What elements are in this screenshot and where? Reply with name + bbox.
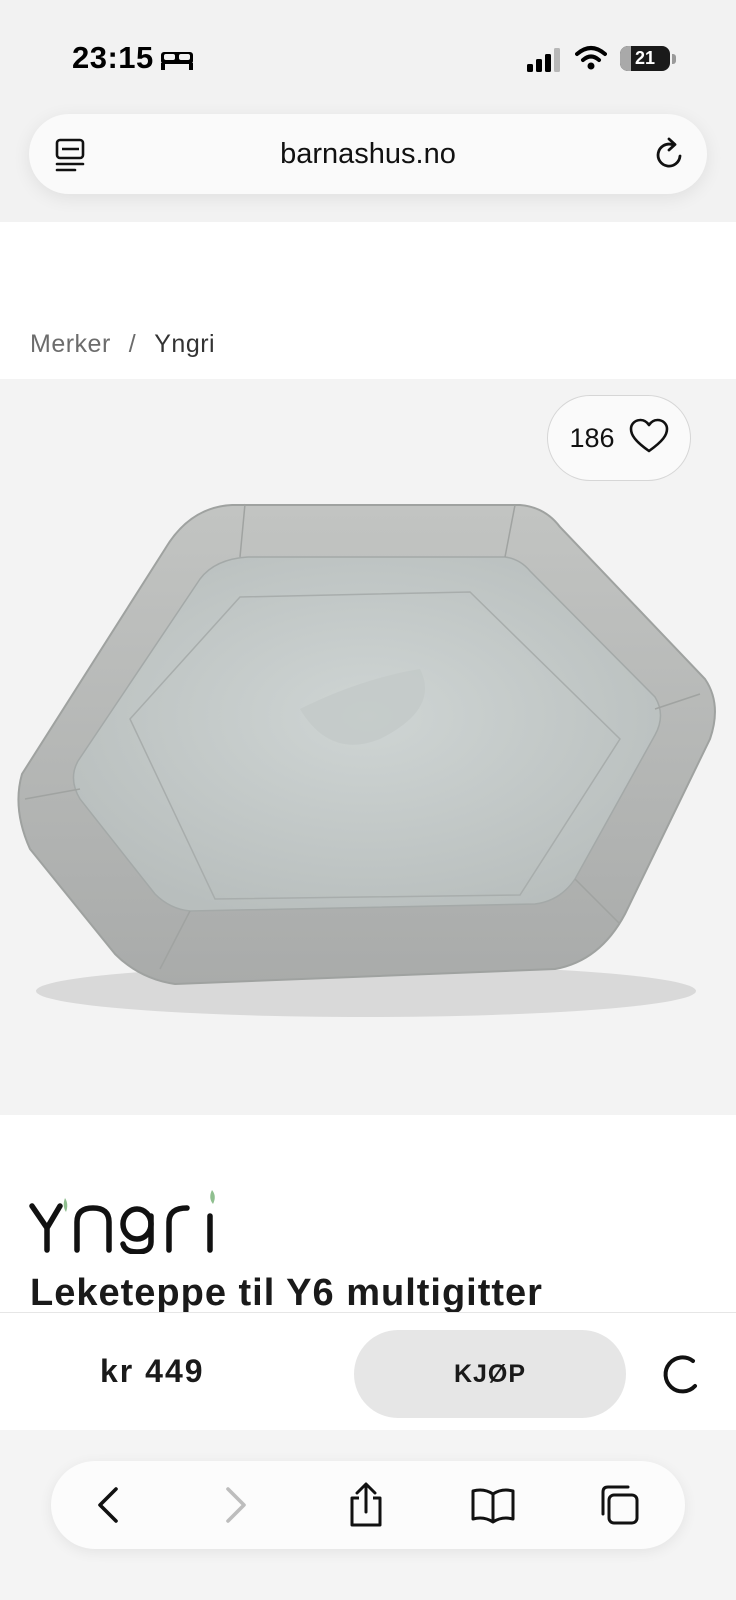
battery-indicator: 21 bbox=[620, 46, 670, 71]
buy-button[interactable]: KJØP bbox=[354, 1330, 626, 1418]
wifi-icon bbox=[575, 45, 607, 76]
favorite-button[interactable]: 186 bbox=[547, 395, 691, 481]
breadcrumb-item-yngri[interactable]: Yngri bbox=[154, 330, 215, 359]
battery-level: 21 bbox=[634, 48, 656, 68]
reload-icon[interactable] bbox=[653, 136, 687, 177]
breadcrumb-item-merker[interactable]: Merker bbox=[30, 330, 111, 359]
address-bar[interactable]: barnashus.no bbox=[29, 114, 707, 194]
breadcrumb-separator: / bbox=[128, 330, 137, 358]
bed-icon bbox=[160, 49, 194, 76]
status-bar: 23:15 21 bbox=[0, 0, 736, 110]
product-title: Leketeppe til Y6 multigitter bbox=[30, 1272, 543, 1312]
tabs-icon[interactable] bbox=[589, 1475, 649, 1535]
product-image[interactable] bbox=[0, 379, 736, 1115]
url-text[interactable]: barnashus.no bbox=[29, 114, 707, 194]
cellular-signal-icon bbox=[526, 48, 562, 77]
browser-top-chrome: 23:15 21 barnashus.no bbox=[0, 0, 736, 222]
status-time: 23:15 bbox=[72, 40, 154, 75]
favorite-count: 186 bbox=[569, 422, 615, 453]
book-icon[interactable] bbox=[463, 1475, 523, 1535]
browser-toolbar bbox=[51, 1461, 685, 1549]
product-price: kr 449 bbox=[100, 1353, 205, 1389]
brand-logo[interactable] bbox=[29, 1186, 225, 1259]
battery-cap bbox=[672, 54, 676, 64]
loading-spinner-icon bbox=[660, 1353, 700, 1400]
chevron-left-icon[interactable] bbox=[78, 1475, 138, 1535]
breadcrumb: Merker / Yngri bbox=[30, 330, 215, 359]
chevron-right-icon[interactable] bbox=[206, 1475, 266, 1535]
share-icon[interactable] bbox=[336, 1475, 396, 1535]
buy-bar: kr 449 KJØP bbox=[0, 1312, 736, 1430]
heart-icon bbox=[629, 418, 669, 459]
